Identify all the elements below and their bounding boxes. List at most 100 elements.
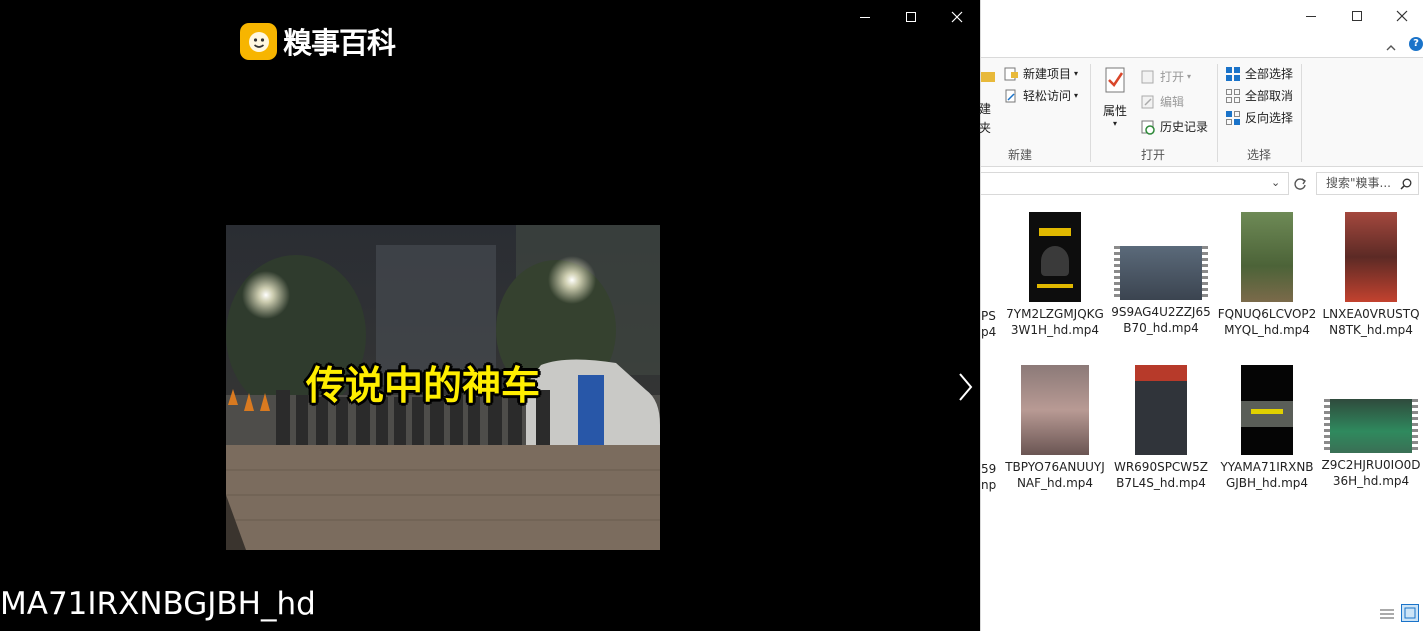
easy-access-label: 轻松访问 — [1023, 89, 1072, 103]
details-view-button[interactable] — [1379, 606, 1395, 620]
close-icon — [951, 11, 963, 23]
select-none-label: 全部取消 — [1245, 89, 1294, 103]
video-title: MA71IRXNBGJBH_hd — [0, 586, 316, 622]
close-icon — [1396, 10, 1408, 22]
file-name: 7YM2LZGMJQKG3W1H_hd.mp4 — [1006, 307, 1104, 337]
file-name: TBPYO76ANUUYJNAF_hd.mp4 — [1005, 460, 1105, 490]
select-none-icon — [1226, 88, 1240, 103]
file-name: FQNUQ6LCVOP2MYQL_hd.mp4 — [1217, 307, 1317, 337]
edit-icon — [1141, 95, 1154, 108]
file-name: 9S9AG4U2ZZJ65B70_hd.mp4 — [1111, 305, 1211, 335]
video-caption: 传说中的神车 — [306, 364, 541, 409]
refresh-icon — [1294, 177, 1306, 190]
smiley-face-icon — [240, 22, 277, 60]
partial-file-label[interactable]: PS p4 — [981, 308, 996, 340]
invert-selection-icon — [1226, 110, 1240, 125]
video-thumbnail — [1345, 212, 1397, 302]
dropdown-arrow-icon: ▾ — [1112, 119, 1117, 128]
video-thumbnail — [1324, 399, 1418, 453]
watermark-logo: 糗事百科 — [240, 20, 396, 62]
edit-button[interactable]: 编辑 — [1140, 93, 1184, 110]
easy-access-icon — [1005, 89, 1016, 102]
file-item[interactable]: YYAMA71IRXNBGJBH_hd.mp4 — [1217, 365, 1317, 491]
search-input[interactable]: 搜索"糗事... — [1316, 172, 1419, 195]
search-icon — [1400, 178, 1412, 190]
media-player-window: 糗事百科 传说中的神车 MA71IRXNBGJBH_hd — [0, 0, 980, 631]
video-thumbnail — [1241, 365, 1293, 455]
select-none-button[interactable]: 全部取消 — [1225, 87, 1293, 104]
new-item-icon — [1004, 67, 1018, 80]
file-name: YYAMA71IRXNBGJBH_hd.mp4 — [1220, 460, 1314, 490]
next-video-button[interactable] — [952, 368, 978, 406]
dropdown-arrow-icon: ▾ — [1074, 91, 1079, 100]
maximize-button[interactable] — [888, 0, 934, 34]
new-folder-label-2[interactable]: 夹 — [979, 119, 991, 136]
file-item[interactable]: Z9C2HJRU0IO0D36H_hd.mp4 — [1321, 399, 1421, 489]
refresh-button[interactable] — [1289, 172, 1311, 195]
address-bar[interactable]: ⌄ — [981, 172, 1289, 195]
maximize-icon — [906, 12, 916, 22]
open-icon — [1141, 70, 1154, 83]
minimize-button[interactable] — [842, 0, 888, 34]
video-frame: 传说中的神车 — [226, 225, 660, 550]
folder-icon — [981, 72, 995, 82]
invert-selection-label: 反向选择 — [1245, 111, 1294, 125]
chevron-down-icon[interactable]: ⌄ — [1271, 176, 1280, 189]
minimize-icon — [860, 17, 870, 18]
explorer-maximize-button[interactable] — [1335, 0, 1379, 32]
select-all-icon — [1226, 66, 1240, 81]
details-view-icon — [1380, 609, 1394, 619]
ribbon-divider — [1217, 64, 1218, 162]
file-item[interactable]: LNXEA0VRUSTQN8TK_hd.mp4 — [1321, 212, 1421, 338]
properties-button[interactable]: 属性 ▾ — [1102, 66, 1128, 128]
large-icons-view-button[interactable] — [1401, 604, 1419, 622]
file-item[interactable]: FQNUQ6LCVOP2MYQL_hd.mp4 — [1217, 212, 1317, 338]
chevron-up-icon — [1386, 45, 1396, 51]
large-icons-view-icon — [1404, 607, 1416, 619]
history-label: 历史记录 — [1160, 120, 1209, 134]
file-item[interactable]: 7YM2LZGMJQKG3W1H_hd.mp4 — [1005, 212, 1105, 338]
new-item-label: 新建项目 — [1023, 67, 1072, 81]
open-label: 打开 — [1160, 70, 1185, 84]
ribbon-divider — [1301, 64, 1302, 162]
file-name: LNXEA0VRUSTQN8TK_hd.mp4 — [1322, 307, 1420, 337]
logo-text: 糗事百科 — [283, 26, 396, 60]
file-name: Z9C2HJRU0IO0D36H_hd.mp4 — [1321, 458, 1421, 488]
group-label-select: 选择 — [1247, 148, 1272, 162]
explorer-close-button[interactable] — [1380, 0, 1423, 32]
history-icon — [1141, 120, 1155, 135]
help-icon[interactable]: ? — [1409, 37, 1423, 51]
select-all-label: 全部选择 — [1245, 67, 1294, 81]
group-label-new: 新建 — [1008, 148, 1033, 162]
open-button[interactable]: 打开 ▾ — [1140, 68, 1191, 85]
file-explorer-window: ? 建 夹 新建项目 ▾ 轻松访问 ▾ 属性 ▾ 打开 ▾ 编辑 历史记录 全部… — [979, 0, 1423, 631]
invert-selection-button[interactable]: 反向选择 — [1225, 109, 1293, 126]
close-button[interactable] — [934, 0, 980, 34]
new-item-button[interactable]: 新建项目 ▾ — [1003, 65, 1078, 82]
dropdown-arrow-icon: ▾ — [1074, 69, 1079, 78]
new-folder-label-1[interactable]: 建 — [979, 100, 991, 117]
properties-icon — [1105, 67, 1125, 93]
ribbon-divider — [1090, 64, 1091, 162]
maximize-icon — [1352, 11, 1362, 21]
minimize-icon — [1306, 16, 1316, 17]
history-button[interactable]: 历史记录 — [1140, 118, 1208, 135]
collapse-ribbon-button[interactable] — [1385, 38, 1397, 57]
properties-label: 属性 — [1102, 104, 1127, 118]
search-placeholder: 搜索"糗事... — [1326, 176, 1391, 190]
group-label-open: 打开 — [1141, 148, 1166, 162]
explorer-minimize-button[interactable] — [1289, 0, 1333, 32]
select-all-button[interactable]: 全部选择 — [1225, 65, 1293, 82]
edit-label: 编辑 — [1160, 95, 1185, 109]
easy-access-button[interactable]: 轻松访问 ▾ — [1003, 87, 1078, 104]
file-item[interactable]: 9S9AG4U2ZZJ65B70_hd.mp4 — [1111, 246, 1211, 336]
video-thumbnail — [1241, 212, 1293, 302]
video-thumbnail — [1114, 246, 1208, 300]
video-thumbnail — [1021, 365, 1089, 455]
file-name: WR690SPCW5ZB7L4S_hd.mp4 — [1113, 460, 1209, 490]
dropdown-arrow-icon: ▾ — [1187, 72, 1192, 81]
video-thumbnail — [1135, 365, 1187, 455]
file-item[interactable]: WR690SPCW5ZB7L4S_hd.mp4 — [1111, 365, 1211, 491]
file-item[interactable]: TBPYO76ANUUYJNAF_hd.mp4 — [1005, 365, 1105, 491]
partial-file-label[interactable]: 59 np — [981, 461, 996, 493]
